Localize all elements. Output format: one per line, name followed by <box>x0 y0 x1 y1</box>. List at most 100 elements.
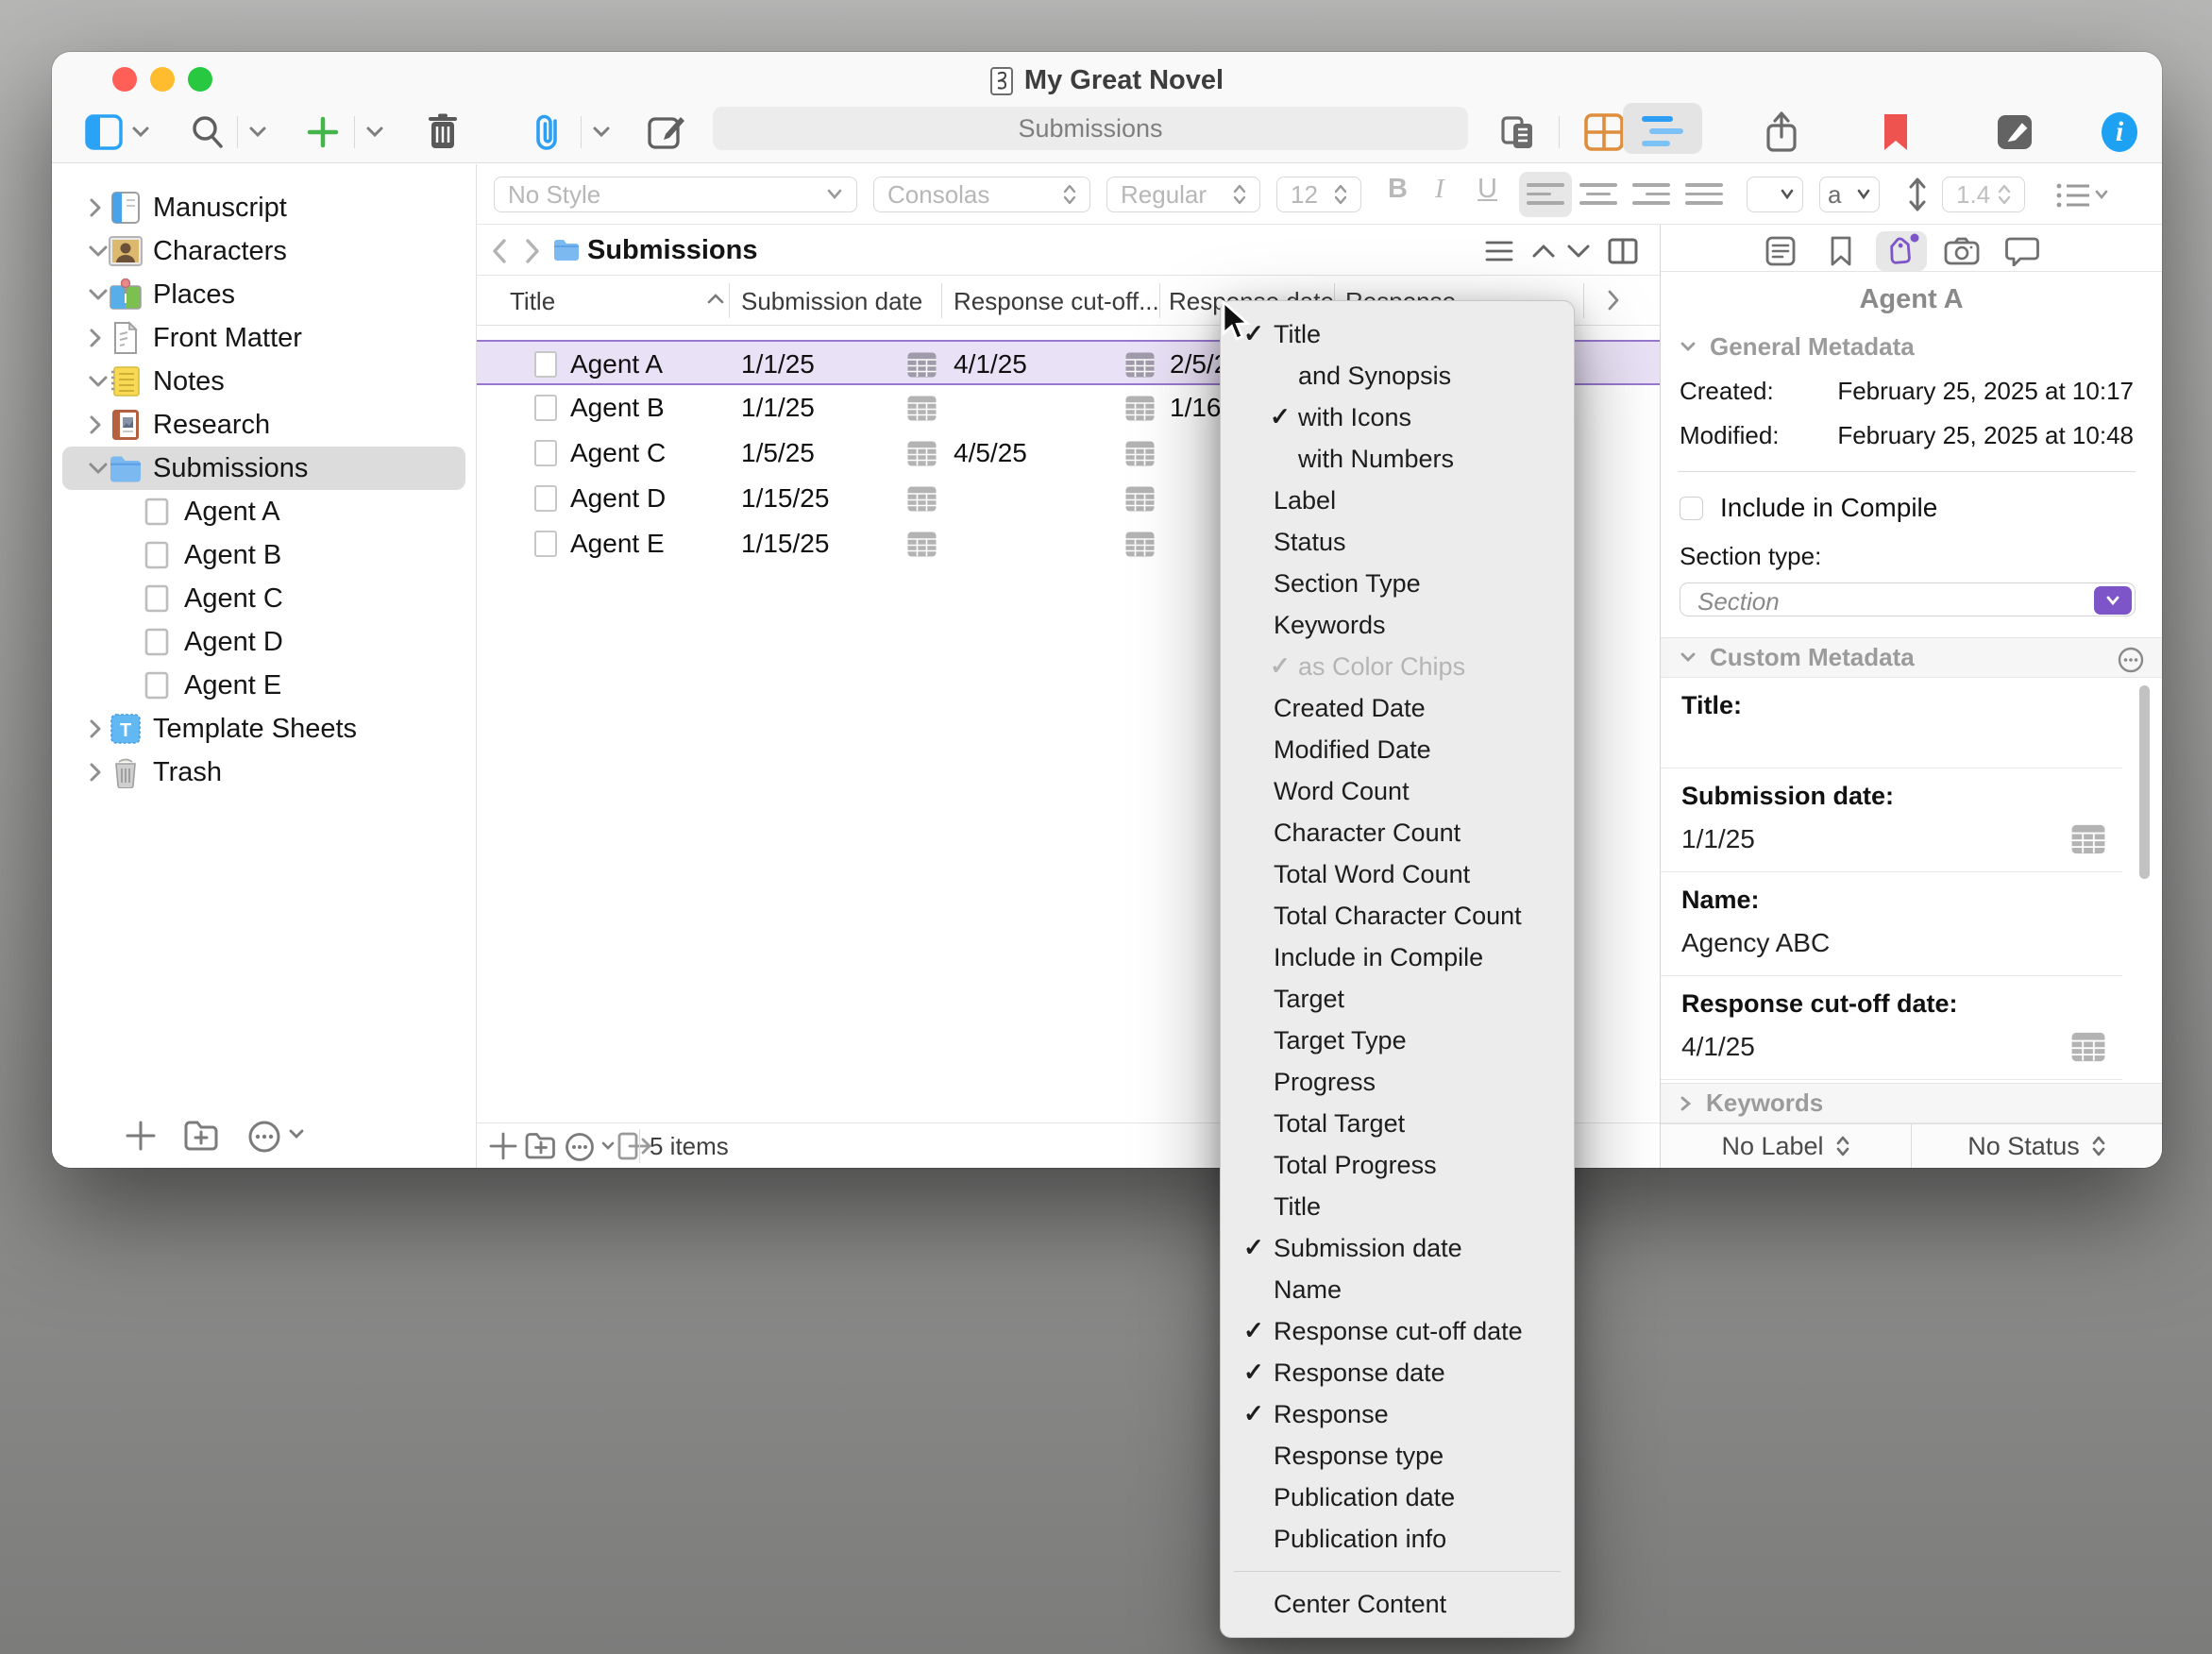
calendar-icon[interactable] <box>1125 396 1155 421</box>
sidebar-item-agent-c[interactable]: Agent C <box>62 577 465 620</box>
menu-item-modified-date[interactable]: Modified Date <box>1221 729 1574 770</box>
split-editor-button[interactable] <box>1608 238 1638 264</box>
font-select[interactable]: Consolas <box>873 177 1090 212</box>
bookmark-button[interactable] <box>1882 109 1910 156</box>
menu-item-progress[interactable]: Progress <box>1221 1061 1574 1103</box>
disclosure-chevron-icon[interactable] <box>88 461 109 476</box>
calendar-icon[interactable] <box>1125 532 1155 557</box>
status-dropdown[interactable]: No Status <box>1912 1124 2162 1168</box>
sidebar-item-agent-a[interactable]: Agent A <box>62 490 465 533</box>
sidebar-item-front-matter[interactable]: Front Matter <box>62 316 465 360</box>
expand-columns-button[interactable] <box>1606 288 1621 312</box>
line-spacing-select[interactable]: 1.4 <box>1942 177 2025 212</box>
menu-item-with-numbers[interactable]: with Numbers <box>1221 438 1574 480</box>
menu-item-publication-info[interactable]: Publication info <box>1221 1518 1574 1560</box>
calendar-icon[interactable] <box>907 486 937 512</box>
disclosure-chevron-icon[interactable] <box>88 244 109 259</box>
disclosure-chevron-icon[interactable] <box>88 762 109 783</box>
custom-field-response-cut-off-date[interactable]: Response cut-off date: 4/1/25 <box>1661 976 2122 1080</box>
menu-item-center-content[interactable]: Center Content <box>1221 1583 1574 1625</box>
calendar-icon[interactable] <box>2071 824 2105 854</box>
binder-toggle-button[interactable] <box>85 109 123 156</box>
row-submission-date[interactable]: 1/15/25 <box>741 483 829 514</box>
add-document-button[interactable] <box>124 1119 158 1153</box>
menu-item-total-character-count[interactable]: Total Character Count <box>1221 895 1574 937</box>
menu-item-as-color-chips[interactable]: ✓ as Color Chips <box>1221 646 1574 687</box>
sidebar-item-manuscript[interactable]: Manuscript <box>62 186 465 229</box>
line-spacing-icon[interactable] <box>1907 177 1928 211</box>
row-cutoff-date[interactable]: 4/5/25 <box>954 438 1027 468</box>
inspector-info-button[interactable]: i <box>2099 109 2140 156</box>
calendar-icon[interactable] <box>1125 486 1155 512</box>
add-folder-row-button[interactable] <box>524 1131 558 1161</box>
field-value[interactable]: Agency ABC <box>1681 928 1830 958</box>
general-metadata-header[interactable]: General Metadata <box>1661 332 2162 362</box>
custom-field-name[interactable]: Name: Agency ABC <box>1661 872 2122 976</box>
next-document-button[interactable] <box>1566 244 1591 259</box>
custom-metadata-options-icon[interactable] <box>2117 646 2145 674</box>
menu-item-and-synopsis[interactable]: and Synopsis <box>1221 355 1574 397</box>
calendar-icon[interactable] <box>2071 1032 2105 1062</box>
binder-toggle-chevron-icon[interactable] <box>131 109 150 156</box>
add-folder-button[interactable] <box>182 1119 220 1153</box>
tab-comments[interactable] <box>1997 231 2048 271</box>
sidebar-item-template-sheets[interactable]: T Template Sheets <box>62 707 465 751</box>
menu-item-response[interactable]: ✓ Response <box>1221 1393 1574 1435</box>
align-right-button[interactable] <box>1632 183 1670 211</box>
custom-field-submission-date[interactable]: Submission date: 1/1/25 <box>1661 768 2122 872</box>
sidebar-item-agent-e[interactable]: Agent E <box>62 664 465 707</box>
trash-button[interactable] <box>425 109 461 156</box>
sidebar-item-notes[interactable]: Notes <box>62 360 465 403</box>
menu-item-total-target[interactable]: Total Target <box>1221 1103 1574 1144</box>
more-options-chevron-icon[interactable] <box>288 1128 305 1140</box>
menu-item-target-type[interactable]: Target Type <box>1221 1020 1574 1061</box>
menu-item-character-count[interactable]: Character Count <box>1221 812 1574 853</box>
calendar-icon[interactable] <box>907 441 937 466</box>
calendar-icon[interactable] <box>907 532 937 557</box>
menu-item-name[interactable]: Name <box>1221 1269 1574 1310</box>
compose-button[interactable] <box>647 109 686 156</box>
underline-button[interactable]: U <box>1477 174 1497 205</box>
include-in-compile-checkbox[interactable] <box>1680 497 1703 520</box>
tab-snapshots[interactable] <box>1936 231 1987 271</box>
justify-button[interactable] <box>1685 183 1723 211</box>
menu-item-target[interactable]: Target <box>1221 978 1574 1020</box>
keywords-header[interactable]: Keywords <box>1661 1083 2162 1123</box>
forward-button[interactable] <box>522 237 543 265</box>
custom-metadata-header[interactable]: Custom Metadata <box>1661 637 2162 678</box>
menu-item-keywords[interactable]: Keywords <box>1221 604 1574 646</box>
scrollbar-thumb[interactable] <box>2139 685 2150 879</box>
disclosure-chevron-icon[interactable] <box>88 197 109 218</box>
menu-item-submission-date[interactable]: ✓ Submission date <box>1221 1227 1574 1269</box>
menu-item-status[interactable]: Status <box>1221 521 1574 563</box>
sidebar-item-trash[interactable]: Trash <box>62 751 465 794</box>
tab-bookmarks[interactable] <box>1815 231 1866 271</box>
align-center-button[interactable] <box>1579 183 1617 211</box>
tab-notes[interactable] <box>1755 231 1806 271</box>
font-weight-select[interactable]: Regular <box>1106 177 1260 212</box>
menu-item-response-type[interactable]: Response type <box>1221 1435 1574 1477</box>
outline-view-button[interactable] <box>1640 109 1685 156</box>
sidebar-item-agent-d[interactable]: Agent D <box>62 620 465 664</box>
calendar-icon[interactable] <box>1125 352 1155 378</box>
row-submission-date[interactable]: 1/1/25 <box>741 393 815 423</box>
tab-metadata[interactable] <box>1876 231 1927 271</box>
sidebar-item-submissions[interactable]: Submissions <box>62 447 465 490</box>
menu-item-total-word-count[interactable]: Total Word Count <box>1221 853 1574 895</box>
row-submission-date[interactable]: 1/5/25 <box>741 438 815 468</box>
label-dropdown[interactable]: No Label <box>1661 1124 1912 1168</box>
sidebar-item-places[interactable]: Places <box>62 273 465 316</box>
list-format-button[interactable] <box>2055 181 2110 210</box>
menu-item-section-type[interactable]: Section Type <box>1221 563 1574 604</box>
menu-item-include-in-compile[interactable]: Include in Compile <box>1221 937 1574 978</box>
row-cutoff-date[interactable]: 4/1/25 <box>954 349 1027 380</box>
row-submission-date[interactable]: 1/15/25 <box>741 529 829 559</box>
menu-item-publication-date[interactable]: Publication date <box>1221 1477 1574 1518</box>
add-options-chevron-icon[interactable] <box>365 109 384 156</box>
menu-item-title[interactable]: Title <box>1221 1186 1574 1227</box>
field-value[interactable]: 4/1/25 <box>1681 1032 1755 1062</box>
menu-item-created-date[interactable]: Created Date <box>1221 687 1574 729</box>
row-submission-date[interactable]: 1/1/25 <box>741 349 815 380</box>
sidebar-item-agent-b[interactable]: Agent B <box>62 533 465 577</box>
calendar-icon[interactable] <box>1125 441 1155 466</box>
